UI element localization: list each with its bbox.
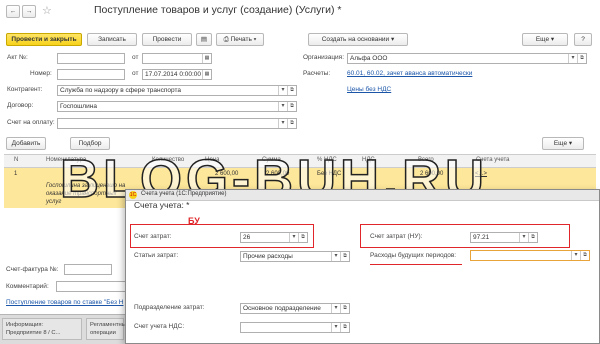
dropdown-icon[interactable]: ▾ xyxy=(278,119,287,128)
future-expenses-label: Расходы будущих периодов: xyxy=(370,252,457,259)
invoice-number-label: Счет-фактура №: xyxy=(6,266,59,273)
cost-items-label: Статьи затрат: xyxy=(134,252,179,259)
contract-input[interactable]: Госпошлина ▾ ⧉ xyxy=(57,101,297,112)
page-title: Поступление товаров и услуг (создание) (… xyxy=(94,4,342,16)
contractor-label: Контрагент: xyxy=(7,86,43,93)
comment-label: Комментарий: xyxy=(6,283,49,290)
column-n[interactable]: N xyxy=(14,157,18,163)
dialog-title: Счета учета: * xyxy=(134,200,190,210)
dropdown-icon[interactable]: ▾ xyxy=(331,252,340,261)
dropdown-icon[interactable]: ▾ xyxy=(568,54,577,63)
invoice-number-input[interactable] xyxy=(64,264,112,275)
dropdown-icon[interactable]: ▾ xyxy=(571,251,580,260)
dropdown-icon[interactable]: ▾ xyxy=(278,86,287,95)
open-icon[interactable]: ⧉ xyxy=(287,86,296,95)
table-more-button[interactable]: Еще ▾ xyxy=(542,137,584,150)
post-and-close-button[interactable]: Провести и закрыть xyxy=(6,33,82,46)
tax-cost-account-label: Счет затрат (НУ): xyxy=(370,233,423,240)
row-number: 1 xyxy=(14,171,18,177)
arrow-right-icon: → xyxy=(25,8,33,15)
division-label: Подразделение затрат: xyxy=(134,304,205,311)
bottom-document-link[interactable]: Поступление товаров по ставке "Без Н xyxy=(6,298,126,308)
help-button[interactable]: ? xyxy=(574,33,592,46)
cost-account-input[interactable]: 26 ▾ ⧉ xyxy=(240,232,308,243)
organization-input[interactable]: Альфа ООО ▾ ⧉ xyxy=(347,53,587,64)
open-icon[interactable]: ⧉ xyxy=(340,304,349,313)
act-label: Акт №: xyxy=(7,54,28,61)
print-button[interactable]: ⎙ Печать ▾ xyxy=(216,33,264,46)
arrow-left-icon: ← xyxy=(9,8,17,15)
dropdown-icon[interactable]: ▾ xyxy=(331,304,340,313)
open-icon[interactable]: ⧉ xyxy=(577,54,586,63)
date-label: от xyxy=(132,70,139,77)
vat-account-label: Счет учета НДС: xyxy=(134,323,185,330)
number-label: Номер: xyxy=(30,70,52,77)
settlements-link[interactable]: 60.01, 60.02, зачет аванса автоматически xyxy=(347,69,472,79)
organization-label: Организация: xyxy=(303,54,345,61)
printer-icon: ⎙ xyxy=(223,36,229,43)
back-button[interactable]: ← xyxy=(6,5,20,18)
dialog-app-title: Счета учета (1С:Предприятие) xyxy=(141,191,227,197)
invoice-input[interactable]: ▾ ⧉ xyxy=(57,118,297,129)
prices-without-vat-link[interactable]: Цены без НДС xyxy=(347,85,391,95)
dropdown-icon[interactable]: ▾ xyxy=(331,323,340,332)
calendar-icon[interactable]: ▦ xyxy=(202,70,211,79)
forward-button[interactable]: → xyxy=(22,5,36,18)
open-icon[interactable]: ⧉ xyxy=(528,233,537,242)
panel-tab-regulatory[interactable]: Регламентные операции xyxy=(86,318,129,340)
contractor-input[interactable]: Служба по надзору в сфере транспорта ▾ ⧉ xyxy=(57,85,297,96)
invoice-label: Счет на оплату: xyxy=(7,119,55,126)
act-date-label: от xyxy=(132,54,139,61)
tax-cost-account-input[interactable]: 97.21 ▾ ⧉ xyxy=(470,232,538,243)
date-input[interactable]: 17.07.2014 0:00:00 ▦ xyxy=(142,69,212,80)
document-icon-button[interactable]: ▤ xyxy=(196,33,212,46)
post-button[interactable]: Провести xyxy=(142,33,192,46)
calendar-icon[interactable]: ▦ xyxy=(202,54,211,63)
create-based-on-button[interactable]: Создать на основании ▾ xyxy=(308,33,408,46)
cost-account-label: Счет затрат: xyxy=(134,233,172,240)
add-row-button[interactable]: Добавить xyxy=(6,137,46,150)
open-icon[interactable]: ⧉ xyxy=(287,102,296,111)
act-number-input[interactable] xyxy=(57,53,125,64)
save-button[interactable]: Записать xyxy=(87,33,137,46)
dropdown-icon[interactable]: ▾ xyxy=(289,233,298,242)
accounts-dialog: 1С Счета учета (1С:Предприятие) Счета уч… xyxy=(125,189,600,344)
settlements-label: Расчеты: xyxy=(303,70,331,77)
dialog-titlebar: 1С Счета учета (1С:Предприятие) xyxy=(126,190,599,201)
cost-items-input[interactable]: Прочие расходы ▾ ⧉ xyxy=(240,251,350,262)
open-icon[interactable]: ⧉ xyxy=(287,119,296,128)
future-expenses-input[interactable]: ▾ ⧉ xyxy=(470,250,590,261)
open-icon[interactable]: ⧉ xyxy=(340,252,349,261)
act-date-input[interactable]: ▦ xyxy=(142,53,212,64)
open-icon[interactable]: ⧉ xyxy=(580,251,589,260)
open-icon[interactable]: ⧉ xyxy=(340,323,349,332)
contract-label: Договор: xyxy=(7,102,34,109)
document-icon: ▤ xyxy=(200,36,208,43)
annotation-underline xyxy=(370,264,462,265)
comment-input[interactable] xyxy=(56,281,126,292)
favorite-star-icon[interactable]: ☆ xyxy=(42,4,52,17)
division-input[interactable]: Основное подразделение ▾ ⧉ xyxy=(240,303,350,314)
vat-account-input[interactable]: ▾ ⧉ xyxy=(240,322,350,333)
open-icon[interactable]: ⧉ xyxy=(298,233,307,242)
number-input[interactable] xyxy=(57,69,125,80)
more-button[interactable]: Еще ▾ xyxy=(522,33,568,46)
dropdown-icon[interactable]: ▾ xyxy=(278,102,287,111)
dropdown-icon[interactable]: ▾ xyxy=(519,233,528,242)
annotation-bu: БУ xyxy=(188,216,200,226)
panel-tab-info[interactable]: Информация: Предприятие 8 / С... xyxy=(2,318,82,340)
app-logo-icon: 1С xyxy=(129,191,137,199)
